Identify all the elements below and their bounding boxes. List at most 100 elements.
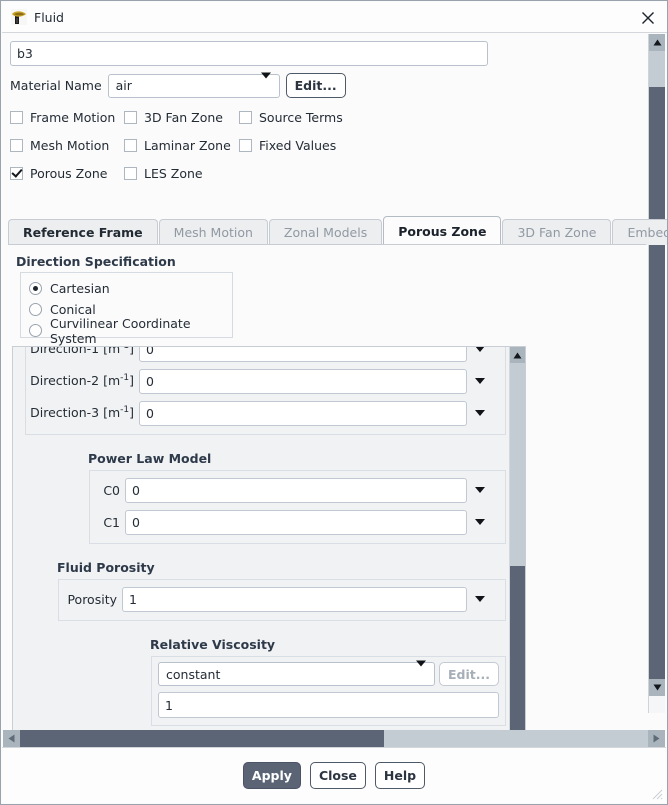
fluid-porosity-group: Porosity — [58, 579, 506, 621]
apply-button[interactable]: Apply — [242, 762, 301, 789]
checkbox-frame-motion[interactable]: Frame Motion — [10, 110, 124, 125]
zone-options-row: Frame Motion 3D Fan Zone Source Terms — [10, 103, 490, 131]
power-law-c0-row: C0 — [90, 474, 505, 506]
zone-name-input[interactable] — [10, 41, 488, 66]
checkbox-3d-fan-zone[interactable]: 3D Fan Zone — [124, 110, 239, 125]
horizontal-scroll-track[interactable] — [20, 730, 648, 747]
checkbox-box — [10, 166, 23, 180]
direction-specification-title: Direction Specification — [16, 254, 176, 269]
radio-label: Curvilinear Coordinate System — [50, 315, 191, 346]
tab-3d-fan-zone[interactable]: 3D Fan Zone — [502, 219, 612, 245]
zone-options-grid: Frame Motion 3D Fan Zone Source Terms Me… — [10, 103, 490, 187]
checkbox-label: Frame Motion — [30, 109, 116, 125]
material-name-dropdown[interactable]: air — [107, 72, 280, 98]
help-button[interactable]: Help — [374, 762, 426, 789]
zone-options-row: Mesh Motion Laminar Zone Fixed Values — [10, 131, 490, 159]
power-law-model-title-wrap: Power Law Model — [88, 451, 510, 466]
checkbox-box — [124, 166, 137, 180]
checkbox-box — [239, 110, 252, 124]
checkbox-box — [124, 138, 137, 152]
inner-scroll-up-button[interactable] — [510, 347, 525, 363]
direction-1-dropdown-icon[interactable] — [467, 347, 493, 352]
tab-zonal-models[interactable]: Zonal Models — [268, 219, 383, 245]
horizontal-scroll-thumb[interactable] — [20, 730, 385, 747]
fluid-dialog-window: Fluid Material Name air Edit... — [0, 0, 668, 805]
scroll-down-button[interactable] — [649, 679, 665, 696]
direction-3-row: Direction-3 [m-1] — [26, 397, 505, 429]
checkbox-box — [10, 110, 23, 124]
direction-2-label: Direction-2 [m-1] — [30, 373, 134, 389]
checkbox-label: Mesh Motion — [30, 137, 110, 153]
checkbox-source-terms[interactable]: Source Terms — [239, 110, 343, 125]
tab-mesh-motion[interactable]: Mesh Motion — [158, 219, 268, 245]
scroll-left-button[interactable] — [3, 730, 20, 747]
inner-scroll-track-upper[interactable] — [510, 363, 525, 566]
fluid-app-icon — [11, 9, 27, 25]
material-name-row: Material Name air Edit... — [10, 72, 346, 98]
tab-embedded-les[interactable]: Embedded LES — [612, 219, 667, 245]
relative-viscosity-title-wrap: Relative Viscosity — [150, 637, 510, 652]
relative-viscosity-method-value: constant — [166, 666, 221, 682]
power-law-c1-row: C1 — [90, 506, 505, 538]
fluid-porosity-title: Fluid Porosity — [57, 560, 155, 575]
power-law-c1-dropdown-icon[interactable] — [467, 519, 493, 525]
radio-curvilinear-coordinate-system[interactable]: Curvilinear Coordinate System — [29, 316, 232, 346]
direction-specification-title-wrap: Direction Specification — [16, 254, 176, 269]
dialog-vertical-scrollbar[interactable] — [648, 34, 665, 713]
material-edit-button[interactable]: Edit... — [285, 73, 346, 98]
direction-3-dropdown-icon[interactable] — [467, 410, 493, 416]
direction-1-input[interactable] — [139, 347, 467, 362]
tab-reference-frame[interactable]: Reference Frame — [8, 219, 158, 245]
radio-label: Cartesian — [50, 281, 110, 296]
direction-3-label: Direction-3 [m-1] — [30, 405, 134, 421]
resize-grip-icon[interactable] — [651, 788, 663, 800]
window-title: Fluid — [34, 9, 64, 25]
dialog-footer: Apply Close Help — [2, 747, 666, 803]
material-name-value: air — [115, 78, 132, 93]
scroll-right-button[interactable] — [648, 730, 665, 747]
power-law-c0-dropdown-icon[interactable] — [467, 487, 493, 493]
porosity-row: Porosity — [59, 583, 505, 615]
direction-2-row: Direction-2 [m-1] — [26, 365, 505, 397]
relative-viscosity-method-row: constant Edit... — [158, 660, 499, 686]
porosity-dropdown-icon[interactable] — [467, 596, 493, 602]
close-icon[interactable] — [638, 8, 658, 28]
checkbox-mesh-motion[interactable]: Mesh Motion — [10, 138, 124, 153]
checkbox-laminar-zone[interactable]: Laminar Zone — [124, 138, 239, 153]
porosity-label: Porosity — [67, 591, 117, 607]
relative-viscosity-method-dropdown[interactable]: constant — [158, 660, 435, 686]
direction-3-input[interactable] — [139, 400, 467, 426]
tab-bar: Reference Frame Mesh Motion Zonal Models… — [8, 215, 667, 245]
inner-scroll-thumb[interactable] — [510, 566, 525, 733]
direction-2-input[interactable] — [139, 368, 467, 394]
checkbox-les-zone[interactable]: LES Zone — [124, 166, 239, 181]
relative-viscosity-title: Relative Viscosity — [150, 637, 276, 652]
checkbox-porous-zone[interactable]: Porous Zone — [10, 166, 124, 181]
relative-viscosity-edit-button[interactable]: Edit... — [439, 662, 499, 686]
power-law-c1-input[interactable] — [125, 509, 467, 535]
checkbox-label: Laminar Zone — [144, 137, 231, 153]
scroll-track-upper[interactable] — [649, 51, 665, 87]
checkbox-label: Source Terms — [259, 109, 343, 125]
dialog-horizontal-scrollbar[interactable] — [3, 730, 665, 747]
radio-ring — [29, 303, 42, 316]
tab-porous-zone[interactable]: Porous Zone — [383, 216, 502, 245]
checkbox-fixed-values[interactable]: Fixed Values — [239, 138, 336, 153]
relative-viscosity-group: constant Edit... — [151, 656, 506, 726]
porous-zone-panel: Direction Specification Cartesian Conica… — [8, 245, 646, 751]
direction-2-dropdown-icon[interactable] — [467, 378, 493, 384]
porous-settings-content: Direction-1 [m-1] Direction-2 [m-1] Dire… — [13, 347, 510, 749]
title-bar: Fluid — [2, 2, 667, 33]
dialog-content: Material Name air Edit... Frame Motion 3… — [2, 33, 667, 804]
porous-settings-vertical-scrollbar[interactable] — [509, 347, 525, 749]
checkbox-label: 3D Fan Zone — [144, 109, 223, 125]
relative-viscosity-value-input[interactable] — [158, 692, 499, 718]
checkbox-label: Porous Zone — [30, 165, 108, 181]
close-button[interactable]: Close — [309, 762, 366, 789]
scroll-up-button[interactable] — [649, 34, 665, 51]
porosity-input[interactable] — [122, 586, 467, 612]
power-law-c0-input[interactable] — [125, 477, 467, 503]
scroll-thumb[interactable] — [649, 87, 665, 679]
chevron-down-icon — [260, 72, 271, 93]
radio-cartesian[interactable]: Cartesian — [29, 278, 232, 299]
